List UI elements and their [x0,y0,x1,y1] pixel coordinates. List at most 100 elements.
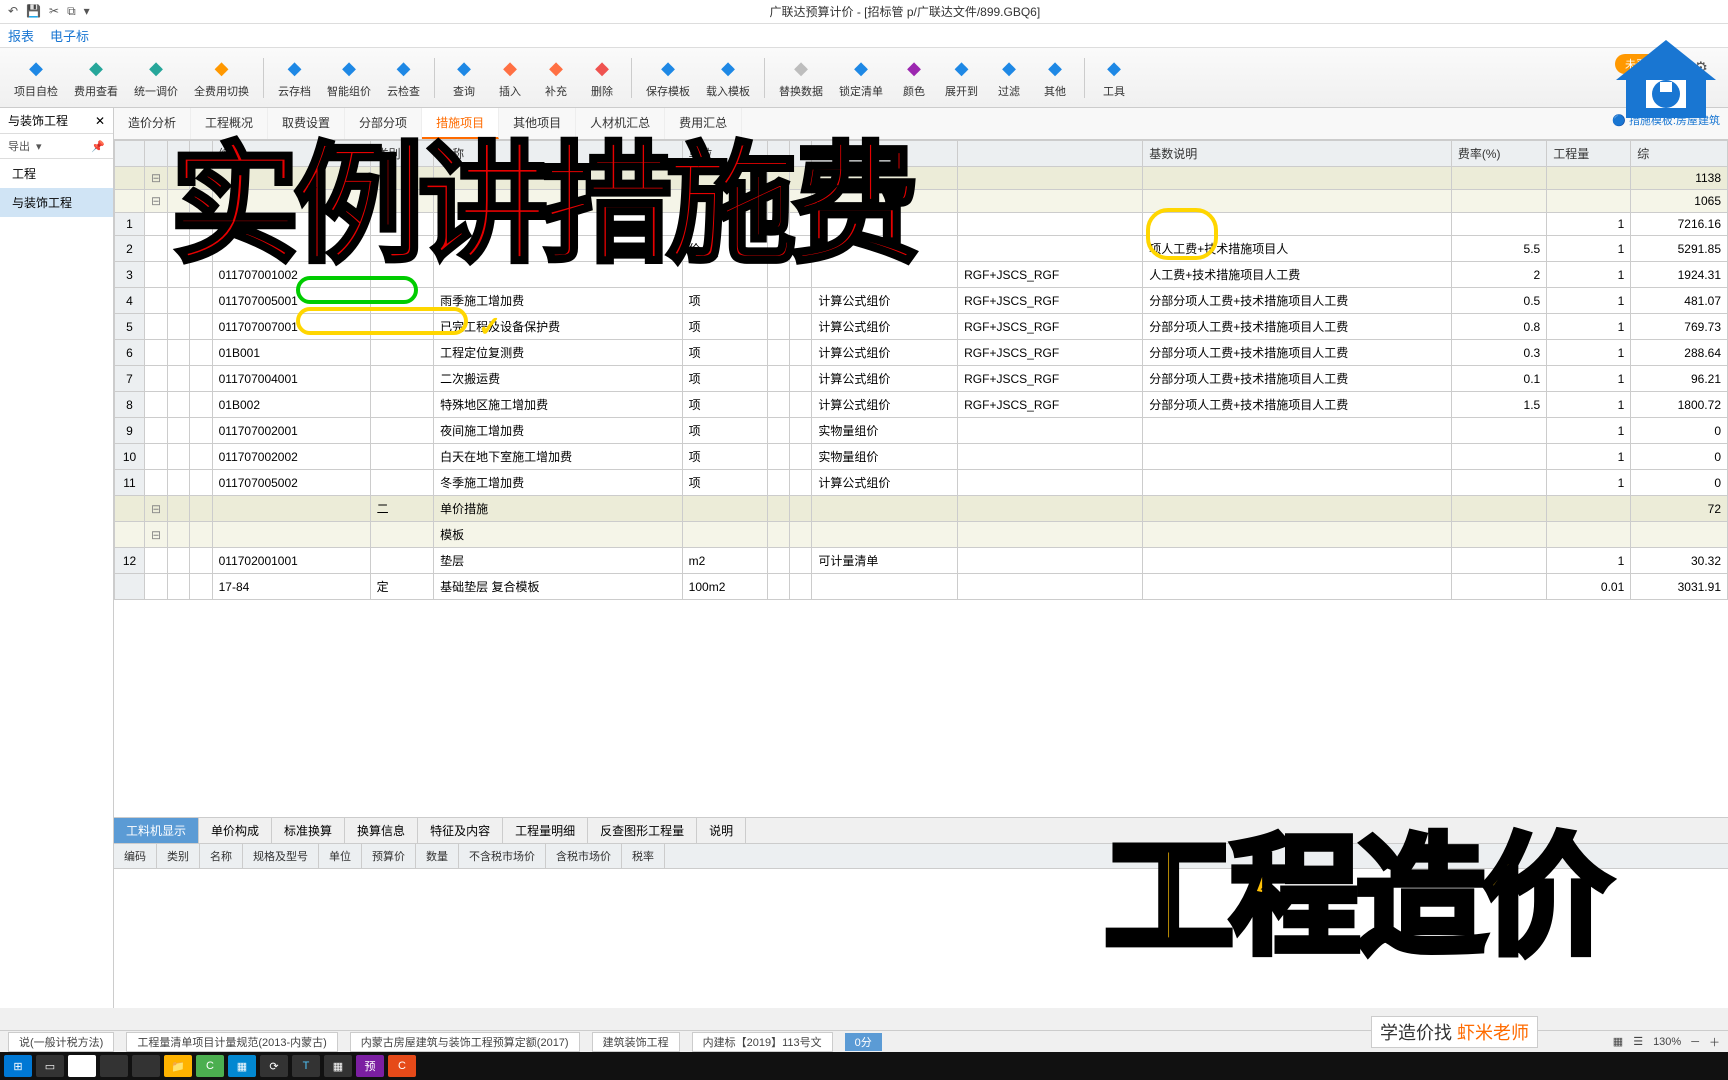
tool-项目自检[interactable]: ◆项目自检 [8,55,64,101]
task-app-7[interactable]: T [292,1055,320,1077]
table-row[interactable]: 6 01B001工程定位复测费项 计算公式组价RGF+JSCS_RGF分部分项人… [115,340,1728,366]
task-folder[interactable]: 📁 [164,1055,192,1077]
export-dropdown[interactable]: 导出 [8,138,30,154]
taskview-icon[interactable]: ▭ [36,1055,64,1077]
table-row[interactable]: 5 011707007001已完工程及设备保护费项 计算公式组价RGF+JSCS… [115,314,1728,340]
status-score[interactable]: 0分 [845,1033,882,1051]
table-row[interactable]: 1 17216.16 [115,213,1728,236]
tool-云检查[interactable]: ◆云检查 [381,55,426,101]
tool-其他[interactable]: ◆其他 [1034,55,1076,101]
table-row[interactable]: ⊟ 1065 [115,190,1728,213]
table-row[interactable]: 7 011707004001二次搬运费项 计算公式组价RGF+JSCS_RGF分… [115,366,1728,392]
col-header[interactable]: 工程量 [1547,141,1631,167]
settings-icon[interactable]: ⚙ [1694,58,1708,78]
col-header[interactable] [958,141,1143,167]
task-app-8[interactable]: ▦ [324,1055,352,1077]
tool-保存模板[interactable]: ◆保存模板 [640,55,696,101]
status-pill[interactable]: 说(一般计税方法) [8,1032,114,1052]
save-icon[interactable]: 💾 [26,4,41,19]
col-header[interactable]: 基数说明 [1143,141,1452,167]
table-row[interactable]: 17-84定基础垫层 复合模板100m2 0.013031.91 [115,574,1728,600]
table-row[interactable]: 11 011707005002冬季施工增加费项 计算公式组价 10 [115,470,1728,496]
sidebar-close-icon[interactable]: ✕ [95,114,105,128]
grid-wrap[interactable]: 编码类别名称单位组价方式基数说明费率(%)工程量综 ⊟ 1138⊟ 10651 … [114,140,1728,817]
zoom-in-icon[interactable]: ＋ [1709,1034,1720,1050]
col-header[interactable] [790,141,812,167]
tab-工程概况[interactable]: 工程概况 [191,108,268,139]
status-pill[interactable]: 建筑装饰工程 [592,1032,680,1052]
task-app-3[interactable] [132,1055,160,1077]
col-header[interactable] [168,141,190,167]
tool-统一调价[interactable]: ◆统一调价 [128,55,184,101]
btab-反查图形工程量[interactable]: 反查图形工程量 [588,818,697,843]
btab-工料机显示[interactable]: 工料机显示 [114,818,199,843]
tool-补充[interactable]: ◆补充 [535,55,577,101]
sidebar-item[interactable]: 与装饰工程 [0,188,113,217]
col-header[interactable] [190,141,212,167]
status-pill[interactable]: 工程量清单项目计量规范(2013-内蒙古) [126,1032,337,1052]
task-app-9[interactable]: 预 [356,1055,384,1077]
btab-说明[interactable]: 说明 [697,818,746,843]
task-app-10[interactable]: C [388,1055,416,1077]
copy-icon[interactable]: ⧉ [67,4,76,19]
status-pill[interactable]: 内蒙古房屋建筑与装饰工程预算定额(2017) [350,1032,580,1052]
table-row[interactable]: 10 011707002002白天在地下室施工增加费项 实物量组价 10 [115,444,1728,470]
tool-插入[interactable]: ◆插入 [489,55,531,101]
col-header[interactable] [145,141,168,167]
col-header[interactable] [767,141,789,167]
tool-删除[interactable]: ◆删除 [581,55,623,101]
table-row[interactable]: ⊟ 1138 [115,167,1728,190]
tab-费用汇总[interactable]: 费用汇总 [665,108,742,139]
tab-其他项目[interactable]: 其他项目 [499,108,576,139]
col-header[interactable]: 类别 [370,141,433,167]
back-icon[interactable]: ↶ [8,4,18,19]
tool-费用查看[interactable]: ◆费用查看 [68,55,124,101]
table-row[interactable]: ⊟ 模板 [115,522,1728,548]
view-list-icon[interactable]: ☰ [1633,1035,1643,1048]
table-row[interactable]: 9 011707002001夜间施工增加费项 实物量组价 10 [115,418,1728,444]
task-app-5[interactable]: ▦ [228,1055,256,1077]
menu-report[interactable]: 报表 [8,26,34,45]
task-app-1[interactable] [68,1055,96,1077]
tab-人材机汇总[interactable]: 人材机汇总 [576,108,665,139]
data-grid[interactable]: 编码类别名称单位组价方式基数说明费率(%)工程量综 ⊟ 1138⊟ 10651 … [114,140,1728,600]
col-header[interactable]: 费率(%) [1451,141,1546,167]
table-row[interactable]: 8 01B002特殊地区施工增加费项 计算公式组价RGF+JSCS_RGF分部分… [115,392,1728,418]
table-row[interactable]: 12 011702001001垫层m2 可计量清单 130.32 [115,548,1728,574]
col-header[interactable] [115,141,145,167]
tool-颜色[interactable]: ◆颜色 [893,55,935,101]
task-app-2[interactable] [100,1055,128,1077]
tool-查询[interactable]: ◆查询 [443,55,485,101]
sidebar-item[interactable]: 工程 [0,159,113,188]
menu-ebid[interactable]: 电子标 [50,26,89,45]
table-row[interactable]: 3 011707001002 RGF+JSCS_RGF人工费+技术措施项目人工费… [115,262,1728,288]
col-header[interactable]: 综 [1631,141,1728,167]
tool-载入模板[interactable]: ◆载入模板 [700,55,756,101]
btab-工程量明细[interactable]: 工程量明细 [503,818,588,843]
btab-换算信息[interactable]: 换算信息 [345,818,418,843]
btab-单价构成[interactable]: 单价构成 [199,818,272,843]
task-app-6[interactable]: ⟳ [260,1055,288,1077]
tab-造价分析[interactable]: 造价分析 [114,108,191,139]
tool-云存档[interactable]: ◆云存档 [272,55,317,101]
tool-锁定清单[interactable]: ◆锁定清单 [833,55,889,101]
zoom-out-icon[interactable]: ─ [1691,1036,1699,1048]
tool-展开到[interactable]: ◆展开到 [939,55,984,101]
col-header[interactable]: 单位 [682,141,767,167]
login-badge[interactable]: 未登录 [1615,54,1668,74]
start-button[interactable]: ⊞ [4,1055,32,1077]
tool-工具[interactable]: ◆工具 [1093,55,1135,101]
tool-过滤[interactable]: ◆过滤 [988,55,1030,101]
status-pill[interactable]: 内建标【2019】113号文 [692,1032,833,1052]
table-row[interactable]: 2 价 项人工费+技术措施项目人 5.515291.85 [115,236,1728,262]
zoom-level[interactable]: 130% [1653,1036,1681,1048]
task-app-4[interactable]: C [196,1055,224,1077]
tool-智能组价[interactable]: ◆智能组价 [321,55,377,101]
btab-特征及内容[interactable]: 特征及内容 [418,818,503,843]
col-header[interactable]: 名称 [434,141,683,167]
tool-替换数据[interactable]: ◆替换数据 [773,55,829,101]
col-header[interactable]: 编码 [212,141,370,167]
table-row[interactable]: ⊟ 二单价措施 72 [115,496,1728,522]
btab-标准换算[interactable]: 标准换算 [272,818,345,843]
tab-分部分项[interactable]: 分部分项 [345,108,422,139]
